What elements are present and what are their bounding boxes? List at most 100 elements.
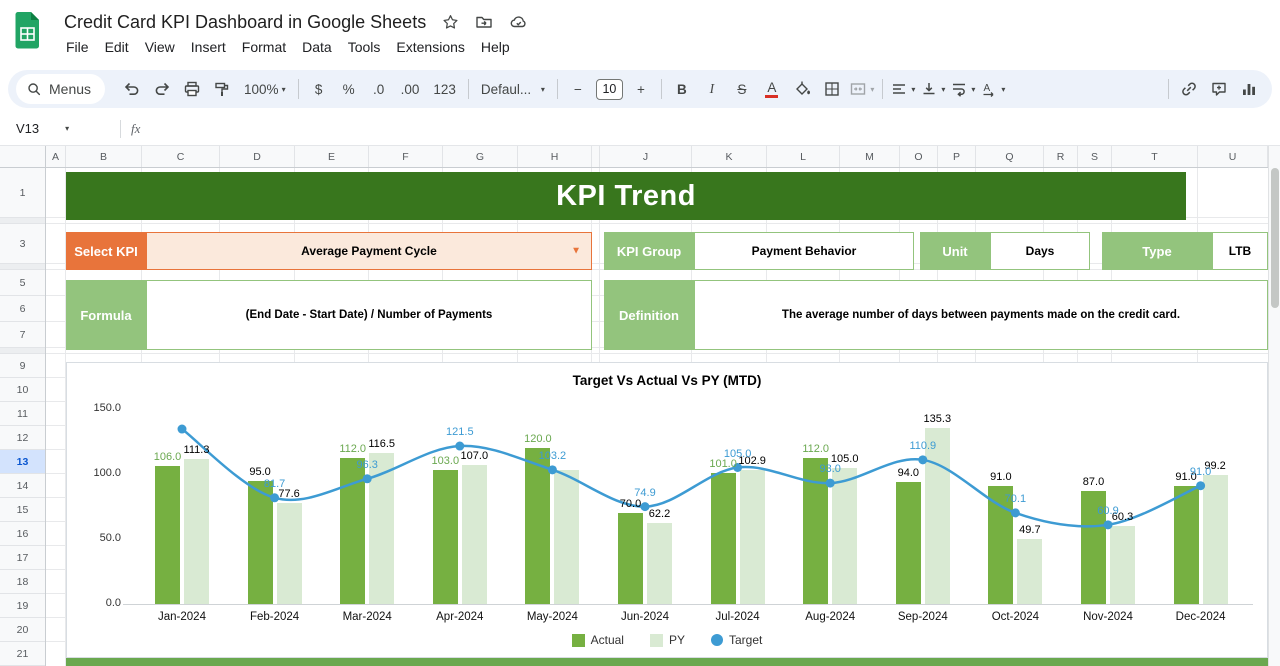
paint-format-button[interactable] [208,75,236,103]
column-header-H[interactable]: H [518,146,592,167]
column-header-C[interactable]: C [142,146,220,167]
column-header-J[interactable]: J [600,146,692,167]
menu-format[interactable]: Format [234,36,294,58]
column-header-U[interactable]: U [1198,146,1268,167]
menu-data[interactable]: Data [294,36,340,58]
column-header-T[interactable]: T [1112,146,1198,167]
column-header-I[interactable] [592,146,600,167]
print-button[interactable] [178,75,206,103]
italic-button[interactable]: I [698,75,726,103]
data-label-target: 105.0 [723,447,752,460]
format-percent-button[interactable]: % [335,75,363,103]
column-header-E[interactable]: E [295,146,369,167]
menu-extensions[interactable]: Extensions [388,36,472,58]
column-header-G[interactable]: G [443,146,518,167]
chevron-down-icon: ▾ [971,84,976,94]
spreadsheet-grid[interactable]: KPI Trend Select KPI Average Payment Cyc… [0,146,1268,666]
row-header-11[interactable]: 11 [0,402,45,426]
y-axis-tick: 50.0 [99,532,121,544]
row-header-17[interactable]: 17 [0,546,45,570]
sheets-logo-icon[interactable] [14,11,42,49]
row-header-18[interactable]: 18 [0,570,45,594]
menu-view[interactable]: View [137,36,183,58]
insert-link-button[interactable] [1175,75,1203,103]
row-header-14[interactable]: 14 [0,474,45,498]
font-size-input[interactable]: 10 [595,78,623,100]
increase-decimal-button[interactable]: .00 [395,75,426,103]
row-header-12[interactable]: 12 [0,426,45,450]
row-header-6[interactable]: 6 [0,296,45,322]
column-header-F[interactable]: F [369,146,443,167]
dropdown-arrow-icon: ▼ [571,245,581,257]
column-header-M[interactable]: M [840,146,900,167]
column-header-L[interactable]: L [767,146,840,167]
document-title[interactable]: Credit Card KPI Dashboard in Google Shee… [64,12,426,33]
row-header-5[interactable]: 5 [0,270,45,296]
select-all-corner[interactable] [0,146,46,168]
vertical-align-button[interactable]: ▾ [919,75,947,103]
kpi-select-value: Average Payment Cycle [301,244,437,258]
row-header-19[interactable]: 19 [0,594,45,618]
kpi-trend-banner: KPI Trend [66,172,1186,220]
star-icon[interactable] [442,14,459,31]
decrease-decimal-button[interactable]: .0 [365,75,393,103]
row-header-15[interactable]: 15 [0,498,45,522]
bold-button[interactable]: B [668,75,696,103]
row-header-3[interactable]: 3 [0,224,45,264]
strikethrough-button[interactable]: S [728,75,756,103]
column-header-S[interactable]: S [1078,146,1112,167]
insert-comment-button[interactable] [1205,75,1233,103]
format-currency-button[interactable]: $ [305,75,333,103]
kpi-group-value: Payment Behavior [694,232,914,270]
merge-cells-button[interactable]: ▾ [848,75,876,103]
column-header-P[interactable]: P [938,146,976,167]
column-header-Q[interactable]: Q [976,146,1044,167]
x-axis-label: Jun-2024 [621,611,669,623]
kpi-select-dropdown[interactable]: Average Payment Cycle ▼ [146,232,592,270]
insert-chart-button[interactable] [1235,75,1263,103]
row-header-10[interactable]: 10 [0,378,45,402]
menus-label: Menus [49,81,92,97]
topbar: Credit Card KPI Dashboard in Google Shee… [0,0,1280,64]
zoom-select[interactable]: 100% ▾ [238,75,292,103]
scrollbar-thumb[interactable] [1271,168,1279,308]
section-divider-strip [66,658,1268,666]
row-header-13[interactable]: 13 [0,450,45,474]
undo-button[interactable] [118,75,146,103]
more-formats-button[interactable]: 123 [427,75,462,103]
decrease-font-size-button[interactable]: − [564,75,592,103]
kpi-trend-chart[interactable]: Target Vs Actual Vs PY (MTD) 0.0 50.0 100.… [66,362,1268,658]
menu-insert[interactable]: Insert [183,36,234,58]
increase-font-size-button[interactable]: + [627,75,655,103]
column-header-A[interactable]: A [46,146,66,167]
horizontal-align-button[interactable]: ▾ [889,75,917,103]
row-header-20[interactable]: 20 [0,618,45,642]
font-select[interactable]: Defaul... ▾ [475,75,551,103]
column-header-K[interactable]: K [692,146,767,167]
move-folder-icon[interactable] [475,13,493,31]
text-wrap-button[interactable]: ▾ [949,75,977,103]
column-header-B[interactable]: B [66,146,142,167]
column-header-R[interactable]: R [1044,146,1078,167]
row-header-16[interactable]: 16 [0,522,45,546]
menus-search[interactable]: Menus [16,74,106,104]
row-header-1[interactable]: 1 [0,168,45,218]
row-header-21[interactable]: 21 [0,642,45,666]
name-box[interactable]: V13 ▾ [0,121,110,136]
menu-edit[interactable]: Edit [97,36,137,58]
text-rotation-button[interactable]: A ▾ [979,75,1007,103]
borders-button[interactable] [818,75,846,103]
vertical-scrollbar[interactable] [1268,146,1280,666]
column-header-O[interactable]: O [900,146,938,167]
row-header-9[interactable]: 9 [0,354,45,378]
text-color-button[interactable]: A [758,75,786,103]
chevron-down-icon: ▾ [870,84,875,94]
fill-color-button[interactable] [788,75,816,103]
menu-help[interactable]: Help [473,36,518,58]
menu-file[interactable]: File [58,36,97,58]
search-icon [28,83,41,96]
row-header-7[interactable]: 7 [0,322,45,348]
menu-tools[interactable]: Tools [340,36,389,58]
column-header-D[interactable]: D [220,146,295,167]
redo-button[interactable] [148,75,176,103]
